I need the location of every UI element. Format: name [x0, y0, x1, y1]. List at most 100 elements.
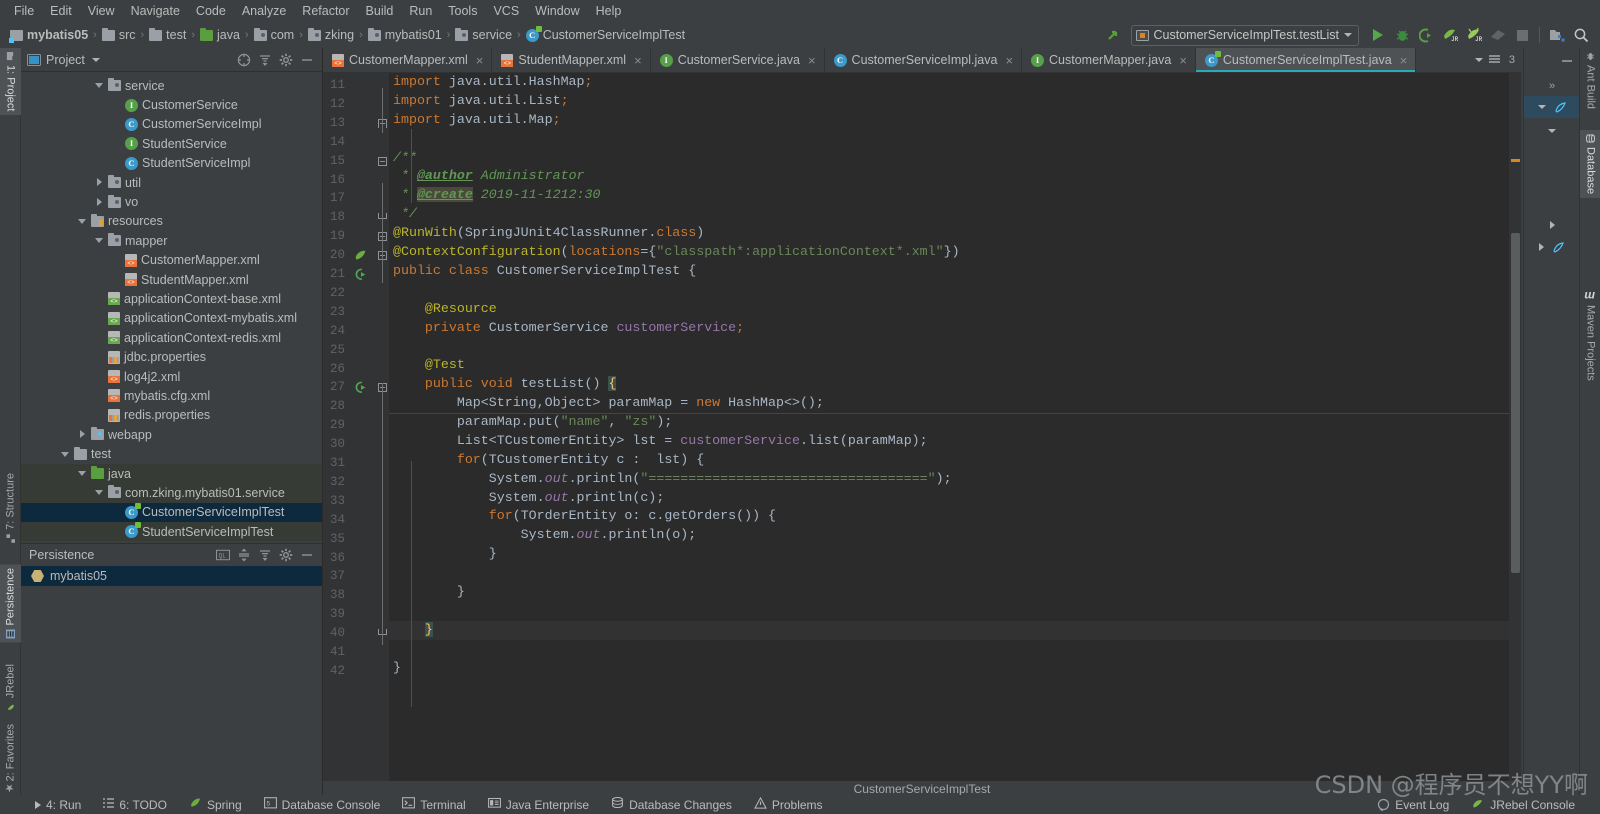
project-tree[interactable]: service I CustomerService C CustomerServiceI…: [21, 72, 322, 543]
code-content[interactable]: import java.util.HashMap; import java.uti…: [389, 73, 1521, 795]
code-line[interactable]: [389, 337, 1521, 356]
breadcrumb-item-mybatis01[interactable]: mybatis01: [364, 27, 446, 43]
chevron-down-icon[interactable]: [78, 469, 87, 478]
menu-item-help[interactable]: Help: [588, 1, 630, 21]
collapse-icon[interactable]: [1524, 122, 1580, 140]
sidebar-item-project[interactable]: 1: Project: [0, 48, 21, 116]
expand-icon[interactable]: [1524, 216, 1580, 234]
run-test-class-icon[interactable]: [354, 268, 367, 281]
editor-tab-customerservice-java[interactable]: I CustomerService.java ×: [651, 48, 825, 72]
tree-node-jdbc-properties[interactable]: jdbc.properties: [21, 347, 322, 366]
chevron-down-icon[interactable]: [95, 81, 104, 90]
inspections-icon[interactable]: [1488, 54, 1503, 66]
code-line[interactable]: @ContextConfiguration(locations={"classp…: [389, 243, 1521, 262]
tree-node-applicationcontext-redis-xml[interactable]: applicationContext-redis.xml: [21, 328, 322, 347]
close-icon[interactable]: ×: [1179, 54, 1187, 67]
code-line[interactable]: @RunWith(SpringJUnit4ClassRunner.class): [389, 224, 1521, 243]
menu-item-refactor[interactable]: Refactor: [294, 1, 357, 21]
code-line[interactable]: paramMap.put("name", "zs");: [389, 413, 1521, 432]
tree-node-java[interactable]: java: [21, 463, 322, 484]
maven-preview-toggle[interactable]: [1524, 236, 1580, 258]
tree-node-util[interactable]: util: [21, 173, 322, 192]
sidebar-item-jrebel[interactable]: JRebel: [0, 660, 21, 715]
breadcrumb-item-customerserviceimpltest[interactable]: C CustomerServiceImplTest: [522, 25, 689, 43]
breadcrumb-item-com[interactable]: com: [250, 27, 299, 43]
code-line[interactable]: /**: [389, 149, 1521, 168]
tree-node-log4j2-xml[interactable]: log4j2.xml: [21, 367, 322, 386]
tree-node-studentmapper-xml[interactable]: StudentMapper.xml: [21, 270, 322, 289]
menu-item-analyze[interactable]: Analyze: [234, 1, 294, 21]
code-line[interactable]: import java.util.List;: [389, 92, 1521, 111]
editor-tab-studentmapper-xml[interactable]: StudentMapper.xml ×: [492, 48, 651, 72]
collapse-scope-icon[interactable]: [237, 53, 251, 67]
breadcrumb-item-mybatis05[interactable]: mybatis05: [6, 27, 92, 43]
code-line[interactable]: }: [389, 659, 1521, 678]
code-line[interactable]: }: [389, 583, 1521, 602]
close-icon[interactable]: ×: [634, 54, 642, 67]
editor-marker-bar[interactable]: [1509, 73, 1521, 795]
tree-node-customermapper-xml[interactable]: CustomerMapper.xml: [21, 251, 322, 270]
tree-node-customerserviceimpl[interactable]: C CustomerServiceImpl: [21, 115, 322, 134]
sidebar-item-favorites[interactable]: ★ 2: Favorites: [0, 720, 21, 798]
code-line[interactable]: System.out.println("====================…: [389, 470, 1521, 489]
sidebar-item-maven-projects[interactable]: m Maven Projects: [1580, 288, 1600, 385]
menu-item-vcs[interactable]: VCS: [485, 1, 527, 21]
sidebar-item-persistence[interactable]: Persistence: [0, 563, 21, 642]
code-line[interactable]: private CustomerService customerService;: [389, 319, 1521, 338]
tree-node-studentservice[interactable]: I StudentService: [21, 134, 322, 153]
menu-item-file[interactable]: File: [6, 1, 42, 21]
structure-preview-toggle[interactable]: [1524, 96, 1580, 118]
close-icon[interactable]: ×: [476, 54, 484, 67]
breadcrumb-item-test[interactable]: test: [145, 27, 190, 43]
jrebel-debug-icon[interactable]: JR: [1463, 24, 1485, 46]
code-line[interactable]: @Test: [389, 356, 1521, 375]
chevron-down-icon[interactable]: [95, 488, 104, 497]
hide-panel-icon[interactable]: [1560, 55, 1574, 67]
run-test-method-icon[interactable]: [354, 381, 367, 394]
chevron-down-icon[interactable]: [78, 217, 87, 226]
chevron-right-icon[interactable]: [95, 178, 104, 187]
status-item-6-todo[interactable]: 6: TODO: [92, 798, 178, 812]
chevron-down-icon[interactable]: [95, 236, 104, 245]
menu-item-window[interactable]: Window: [527, 1, 587, 21]
code-fold-toggle[interactable]: [378, 156, 387, 166]
tree-node-studentserviceimpl[interactable]: C StudentServiceImpl: [21, 154, 322, 173]
jrebel-run-icon[interactable]: JR: [1439, 24, 1461, 46]
debug-icon[interactable]: [1391, 24, 1413, 46]
list-item[interactable]: mybatis05: [21, 566, 322, 586]
tree-node-studentserviceimpltest[interactable]: C StudentServiceImplTest: [21, 521, 322, 542]
close-icon[interactable]: ×: [1400, 54, 1408, 67]
status-item-database-console[interactable]: 5 Database Console: [253, 797, 392, 812]
code-line[interactable]: [389, 130, 1521, 149]
code-line[interactable]: List<TCustomerEntity> lst = customerServ…: [389, 432, 1521, 451]
status-item-problems[interactable]: Problems: [743, 796, 834, 812]
run-with-coverage-icon[interactable]: [1415, 24, 1437, 46]
chevron-down-icon[interactable]: [1537, 105, 1546, 109]
tree-node-redis-properties[interactable]: redis.properties: [21, 406, 322, 425]
status-item-terminal[interactable]: Terminal: [391, 797, 476, 812]
code-line[interactable]: [389, 640, 1521, 659]
chevron-down-icon[interactable]: [61, 450, 70, 459]
code-editor[interactable]: 11 12 13 14 15 16 17 18 19 20 21 22 23 24 25 26 27 28 29 30…: [323, 73, 1521, 795]
code-line[interactable]: System.out.println(c);: [389, 489, 1521, 508]
menu-item-build[interactable]: Build: [358, 1, 402, 21]
tree-node-mybatis-cfg-xml[interactable]: mybatis.cfg.xml: [21, 386, 322, 405]
hide-panel-icon[interactable]: [300, 53, 314, 67]
close-icon[interactable]: ×: [1005, 54, 1013, 67]
build-icon[interactable]: [1487, 24, 1509, 46]
run-configuration-selector[interactable]: CustomerServiceImplTest.testList: [1130, 24, 1359, 46]
search-everywhere-icon[interactable]: [1570, 24, 1592, 46]
tree-node-vo[interactable]: vo: [21, 192, 322, 211]
status-item-4-run[interactable]: 4: Run: [24, 798, 92, 812]
settings-icon[interactable]: [279, 53, 293, 67]
menu-item-tools[interactable]: Tools: [440, 1, 485, 21]
editor-scrollbar[interactable]: [1511, 233, 1520, 573]
code-line[interactable]: import java.util.Map;: [389, 111, 1521, 130]
status-item-spring[interactable]: Spring: [178, 797, 253, 812]
expand-all-icon[interactable]: [258, 53, 272, 67]
code-line[interactable]: [389, 281, 1521, 300]
expand-all-icon[interactable]: [237, 548, 251, 562]
sidebar-item-database[interactable]: Database: [1580, 130, 1600, 199]
menu-item-run[interactable]: Run: [401, 1, 440, 21]
chevron-down-icon[interactable]: [91, 57, 100, 62]
